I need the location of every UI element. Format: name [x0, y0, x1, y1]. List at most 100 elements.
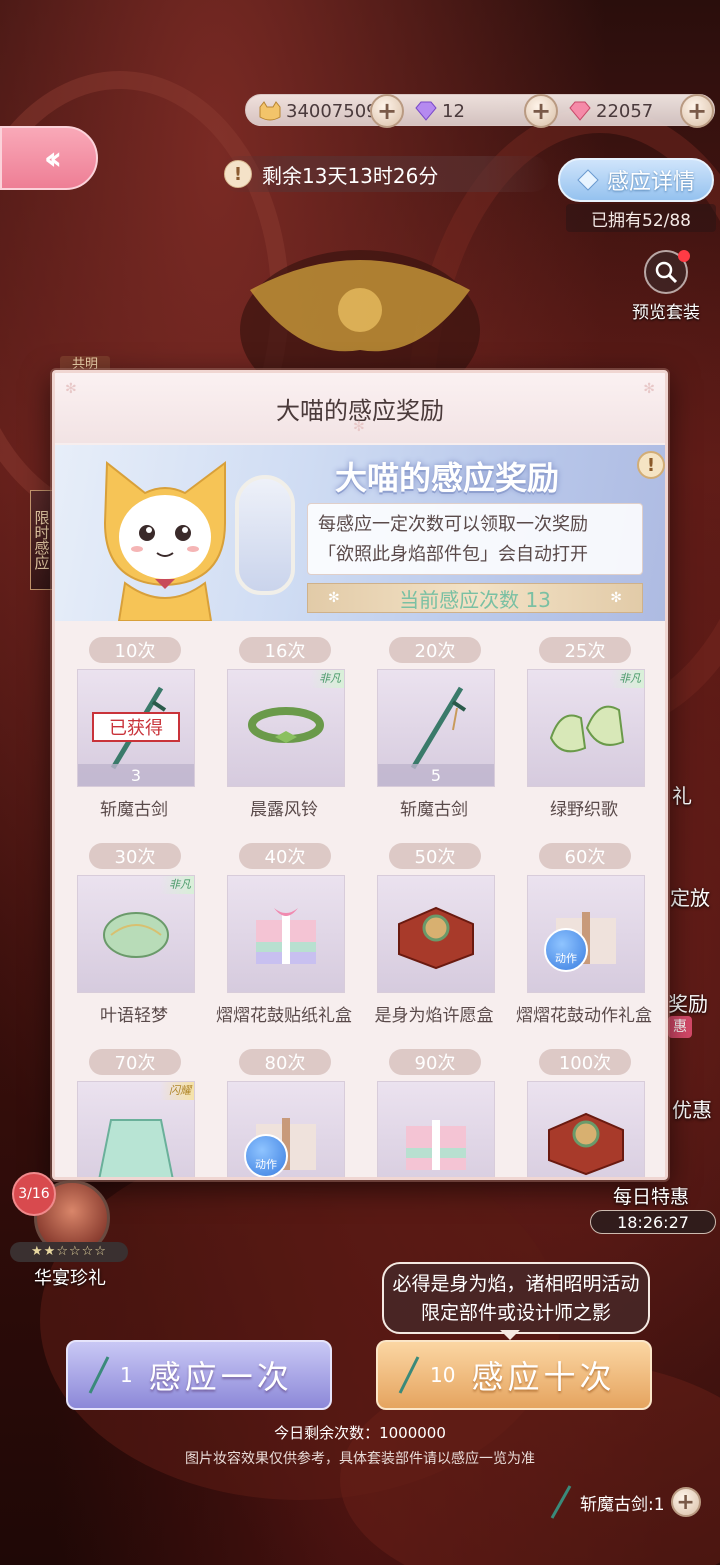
draw-ten-button[interactable]: 10 感应十次 [376, 1340, 652, 1410]
back-button[interactable]: ‹‹ [0, 126, 98, 190]
item-box [227, 875, 345, 993]
reward-cell[interactable]: 100次 [509, 1039, 659, 1177]
side-right-label-5[interactable]: 优惠 [672, 1094, 712, 1123]
add-pink-diamond-button[interactable]: + [680, 94, 714, 128]
add-purple-diamond-button[interactable]: + [524, 94, 558, 128]
timer-text: 剩余13天13时26分 [262, 163, 439, 188]
item-box: 非凡 [227, 669, 345, 787]
draw-ten-label: 感应十次 [471, 1358, 616, 1396]
side-right-label-3[interactable]: 奖励 [668, 988, 708, 1017]
item-quantity: 3 [78, 764, 194, 786]
tip-arrow [500, 1330, 520, 1340]
reward-cell[interactable]: 25次 非凡 绿野织歌 [509, 627, 659, 827]
draw-ten-count: 10 [430, 1363, 456, 1387]
draw-once-button[interactable]: 1 感应一次 [66, 1340, 332, 1410]
item-box: 动作 [227, 1081, 345, 1177]
sword-icon [88, 1356, 110, 1394]
count-pill: 20次 [389, 637, 481, 663]
count-pill: 90次 [389, 1049, 481, 1075]
sword-icon [398, 1356, 420, 1394]
rarity-tag: 闪耀 [160, 1082, 194, 1100]
gift-box-icon [528, 876, 644, 992]
gift-pack-entry[interactable]: 3/16 ★★☆☆☆☆ 华宴珍礼 [10, 1172, 130, 1290]
reward-cell[interactable]: 90次 [359, 1039, 509, 1177]
reward-cell[interactable]: 70次 闪耀 [59, 1039, 209, 1177]
exclamation-icon: ! [224, 160, 252, 188]
info-icon[interactable]: ! [637, 451, 665, 479]
reward-cell[interactable]: 16次 非凡 晨露风铃 [209, 627, 359, 827]
pink-diamond-amount: 22057 [596, 100, 654, 122]
snowflake-icon: ✻ [65, 381, 77, 397]
currency-bar: 34007509 + 12 + 22057 + [245, 94, 715, 128]
gold-amount: 34007509 [286, 100, 378, 122]
rarity-tag: 非凡 [610, 670, 644, 688]
reward-modal: ✻ ✻ 大喵的感应奖励 ✻ 大喵的感应奖励 ! 每感应一定次数可以领取一次奖励 … [52, 370, 668, 1180]
sword-inventory: 斩魔古剑:1 + [548, 1484, 718, 1520]
item-box: 5 [377, 669, 495, 787]
daily-deal-label: 每日特惠 [612, 1186, 689, 1208]
banner-title: 大喵的感应奖励 [335, 459, 560, 497]
reward-cell[interactable]: 80次 动作 [209, 1039, 359, 1177]
side-right-label-1[interactable]: 礼 [672, 780, 692, 809]
snowflake-icon: ✻ [643, 381, 655, 397]
cat-coin-icon [259, 101, 281, 121]
gift-box-icon [378, 1082, 494, 1177]
sword-count-label: 斩魔古剑:1 [580, 1494, 665, 1515]
count-pill: 10次 [89, 637, 181, 663]
item-box: 闪耀 [77, 1081, 195, 1177]
item-name: 是身为焰许愿盒 [374, 1006, 494, 1026]
item-box: 动作 [527, 875, 645, 993]
current-count-text: 当前感应次数 13 [399, 587, 551, 612]
banner-description: 每感应一定次数可以领取一次奖励 「欲照此身焰部件包」会自动打开 [307, 503, 643, 575]
preview-outfit-button[interactable]: 预览套装 [626, 250, 706, 323]
rarity-tag: 非凡 [310, 670, 344, 688]
reward-cell[interactable]: 50次 是身为焰许愿盒 [359, 833, 509, 1033]
daily-deal[interactable]: 每日特惠 18:26:27 [590, 1164, 716, 1244]
snowflake-icon: ✻ [328, 590, 340, 606]
purple-diamond-currency: 12 [414, 95, 465, 127]
pink-diamond-currency: 22057 [568, 95, 653, 127]
motion-badge-icon: 动作 [244, 1134, 288, 1177]
side-right-label-2[interactable]: 定放 [670, 882, 710, 911]
draw-once-count: 1 [120, 1363, 133, 1387]
reward-cell[interactable]: 40次 熠熠花鼓贴纸礼盒 [209, 833, 359, 1033]
gold-currency: 34007509 [258, 95, 378, 127]
purple-diamond-icon [415, 101, 437, 121]
reward-cell[interactable]: 60次 动作 熠熠花鼓动作礼盒 [509, 833, 659, 1033]
item-name: 晨露风铃 [250, 800, 318, 820]
guarantee-tip: 必得是身为焰，诸相昭明活动限定部件或设计师之影 [382, 1262, 650, 1334]
count-pill: 80次 [239, 1049, 331, 1075]
add-sword-button[interactable]: + [670, 1487, 701, 1517]
gift-pack-label: 华宴珍礼 [34, 1268, 106, 1289]
reward-grid: 10次 已获得 3 斩魔古剑 16次 非凡 晨露风铃 20次 5 斩魔古剑 25… [55, 627, 665, 1177]
detail-button[interactable]: 感应详情 [558, 158, 714, 202]
item-name: 熠熠花鼓动作礼盒 [516, 1006, 652, 1026]
detail-label: 感应详情 [606, 170, 695, 195]
item-name: 叶语轻梦 [100, 1006, 168, 1026]
count-pill: 25次 [539, 637, 631, 663]
limited-event-tag[interactable]: 限时感应 [30, 490, 54, 590]
rarity-tag: 非凡 [160, 876, 194, 894]
notification-dot [678, 250, 690, 262]
add-gold-button[interactable]: + [370, 94, 404, 128]
double-chevron-left-icon: ‹‹ [43, 139, 63, 177]
item-box: 非凡 [527, 669, 645, 787]
daily-deal-timer: 18:26:27 [590, 1210, 716, 1234]
count-pill: 40次 [239, 843, 331, 869]
reward-cell[interactable]: 30次 非凡 叶语轻梦 [59, 833, 209, 1033]
gem-icon [577, 169, 599, 191]
item-box [377, 875, 495, 993]
description-line: 「欲照此身焰部件包」会自动打开 [318, 544, 588, 565]
item-name: 斩魔古剑 [400, 800, 468, 820]
wish-box-icon [378, 876, 494, 992]
reward-cell[interactable]: 10次 已获得 3 斩魔古剑 [59, 627, 209, 827]
pink-diamond-icon [569, 101, 591, 121]
snowflake-icon: ✻ [610, 590, 622, 606]
reward-cell[interactable]: 20次 5 斩魔古剑 [359, 627, 509, 827]
acquired-stamp: 已获得 [92, 712, 180, 742]
item-name: 绿野织歌 [550, 800, 618, 820]
star-rating: ★★☆☆☆☆ [10, 1242, 128, 1262]
item-box: 已获得 3 [77, 669, 195, 787]
disclaimer-text: 图片妆容效果仅供参考，具体套装部件请以感应一览为准 [185, 1451, 535, 1467]
current-count-bar: ✻ 当前感应次数 13 ✻ [307, 583, 643, 613]
